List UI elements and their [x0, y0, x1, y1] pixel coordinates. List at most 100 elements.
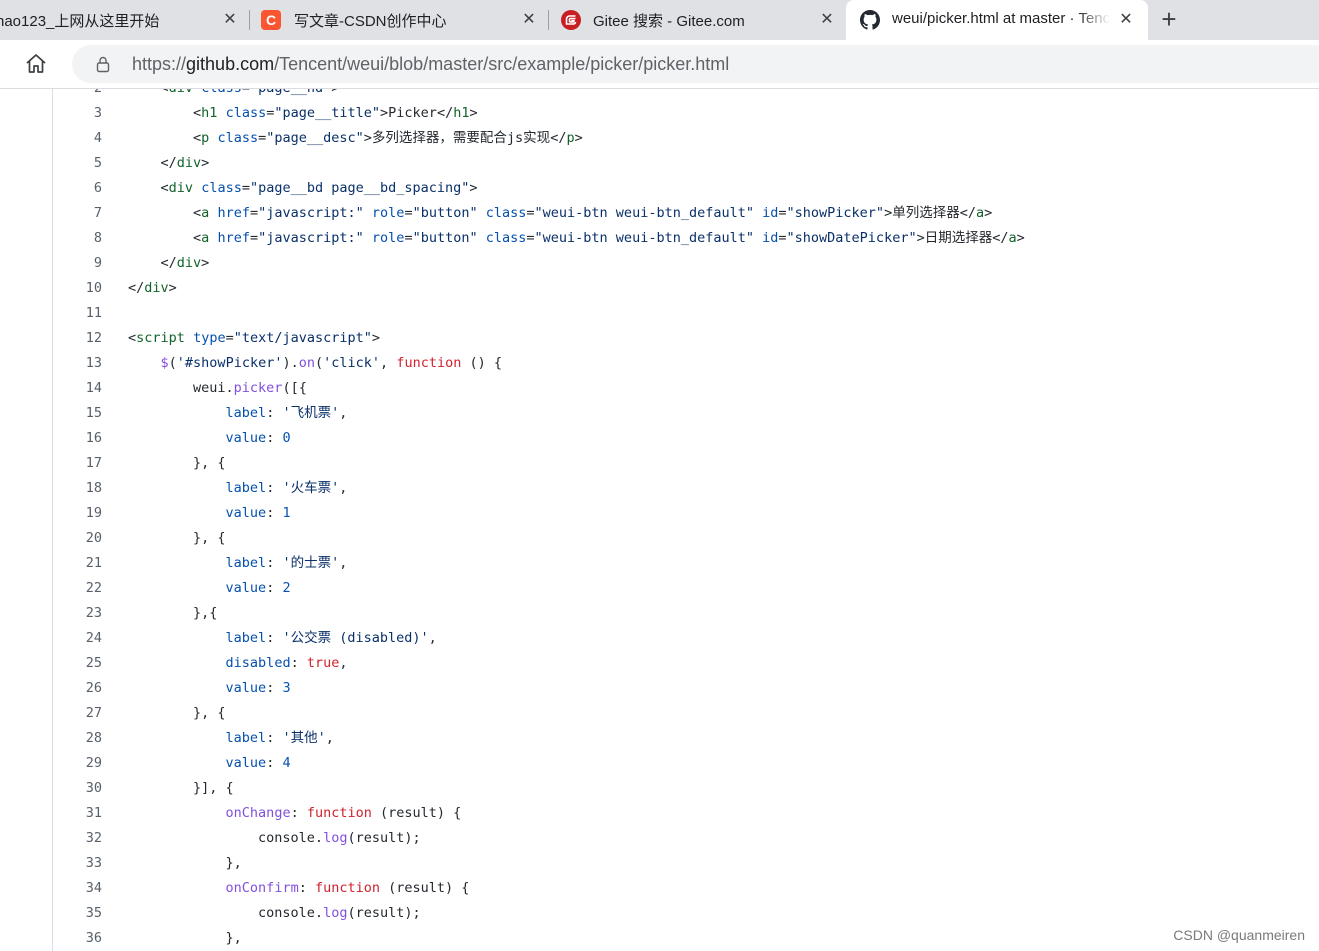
line-number[interactable]: 5	[62, 151, 102, 176]
tab-gitee[interactable]: Gitee 搜索 - Gitee.com ✕	[549, 0, 845, 40]
code-line: 16 value: 0	[0, 426, 1319, 451]
code-text: disabled: true,	[225, 655, 348, 671]
line-number[interactable]: 21	[62, 551, 102, 576]
code-text: label: '公交票 (disabled)',	[225, 630, 437, 646]
tab-hao123[interactable]: hao123_上网从这里开始 ✕	[0, 0, 248, 40]
code-line: 6 <div class="page__bd page__bd_spacing"…	[0, 176, 1319, 201]
tab-title: hao123_上网从这里开始	[0, 13, 160, 30]
code-line: 29 value: 4	[0, 751, 1319, 776]
code-line: 3 <h1 class="page__title">Picker</h1>	[0, 101, 1319, 126]
line-number[interactable]: 19	[62, 501, 102, 526]
line-number[interactable]: 36	[62, 926, 102, 951]
code-text: },{	[128, 605, 218, 621]
code-text: <a href="javascript:" role="button" clas…	[193, 205, 993, 221]
code-text: <div class="page__hd">	[128, 89, 340, 101]
code-text: },	[128, 855, 242, 871]
code-line: 23 },{	[0, 601, 1319, 626]
code-text: $('#showPicker').on('click', function ()…	[160, 355, 502, 371]
code-line: 11	[0, 301, 1319, 326]
line-number[interactable]: 11	[62, 301, 102, 326]
close-icon[interactable]: ✕	[818, 11, 836, 29]
code-line: 10 </div>	[0, 276, 1319, 301]
line-number[interactable]: 12	[62, 326, 102, 351]
code-text: value: 3	[225, 680, 291, 696]
code-viewer: 2 <div class="page__hd">3 <h1 class="pag…	[0, 89, 1319, 951]
line-number[interactable]: 27	[62, 701, 102, 726]
line-number[interactable]: 31	[62, 801, 102, 826]
line-number[interactable]: 34	[62, 876, 102, 901]
code-line: 24 label: '公交票 (disabled)',	[0, 626, 1319, 651]
code-text: value: 1	[225, 505, 291, 521]
code-line: 8 <a href="javascript:" role="button" cl…	[0, 226, 1319, 251]
code-text: }, {	[128, 530, 226, 546]
code-line: 21 label: '的士票',	[0, 551, 1319, 576]
new-tab-button[interactable]: +	[1156, 6, 1182, 32]
close-icon[interactable]: ✕	[221, 11, 239, 29]
line-number[interactable]: 6	[62, 176, 102, 201]
code-line: 22 value: 2	[0, 576, 1319, 601]
address-bar[interactable]: https://github.com/Tencent/weui/blob/mas…	[72, 45, 1319, 83]
line-number[interactable]: 23	[62, 601, 102, 626]
code-line: 35 console.log(result);	[0, 901, 1319, 926]
line-number[interactable]: 8	[62, 226, 102, 251]
line-number[interactable]: 10	[62, 276, 102, 301]
code-line: 32 console.log(result);	[0, 826, 1319, 851]
line-number[interactable]: 22	[62, 576, 102, 601]
code-line: 26 value: 3	[0, 676, 1319, 701]
code-text: onChange: function (result) {	[225, 805, 462, 821]
url-prefix: https://	[132, 54, 187, 74]
line-number[interactable]: 13	[62, 351, 102, 376]
close-icon[interactable]: ✕	[520, 11, 538, 29]
code-line: 5 </div>	[0, 151, 1319, 176]
line-number[interactable]: 30	[62, 776, 102, 801]
line-number[interactable]: 32	[62, 826, 102, 851]
line-number[interactable]: 28	[62, 726, 102, 751]
line-number[interactable]: 14	[62, 376, 102, 401]
line-number[interactable]: 24	[62, 626, 102, 651]
line-number[interactable]: 9	[62, 251, 102, 276]
tab-title: 写文章-CSDN创作中心	[294, 13, 447, 30]
line-number[interactable]: 35	[62, 901, 102, 926]
line-number[interactable]: 33	[62, 851, 102, 876]
line-number[interactable]: 26	[62, 676, 102, 701]
code-text: label: '飞机票',	[225, 405, 348, 421]
code-text: <div class="page__bd page__bd_spacing">	[160, 180, 478, 196]
code-lines: 2 <div class="page__hd">3 <h1 class="pag…	[0, 89, 1319, 951]
code-line: 4 <p class="page__desc">多列选择器，需要配合js实现</…	[0, 126, 1319, 151]
tab-title: weui/picker.html at master · Tencent/weu…	[892, 10, 1110, 27]
code-line: 9 </div>	[0, 251, 1319, 276]
gitee-icon	[561, 10, 581, 30]
code-text: <a href="javascript:" role="button" clas…	[193, 230, 1025, 246]
home-icon[interactable]	[24, 52, 48, 76]
line-number[interactable]: 16	[62, 426, 102, 451]
code-text: <p class="page__desc">多列选择器，需要配合js实现</p>	[193, 130, 583, 146]
close-icon[interactable]: ✕	[1117, 11, 1135, 29]
line-number[interactable]: 18	[62, 476, 102, 501]
code-line: 7 <a href="javascript:" role="button" cl…	[0, 201, 1319, 226]
line-number[interactable]: 15	[62, 401, 102, 426]
code-text: label: '的士票',	[225, 555, 348, 571]
csdn-icon: C	[261, 10, 281, 30]
url-text[interactable]: https://github.com/Tencent/weui/blob/mas…	[132, 54, 729, 75]
line-number[interactable]: 2	[62, 89, 102, 101]
code-text: },	[128, 930, 242, 946]
code-line: 2 <div class="page__hd">	[0, 89, 1319, 101]
code-line: 15 label: '飞机票',	[0, 401, 1319, 426]
line-number[interactable]: 17	[62, 451, 102, 476]
lock-icon[interactable]	[94, 55, 112, 73]
url-path: /Tencent/weui/blob/master/src/example/pi…	[274, 54, 730, 74]
line-number[interactable]: 20	[62, 526, 102, 551]
code-text: </div>	[160, 255, 210, 271]
line-number[interactable]: 25	[62, 651, 102, 676]
code-text: value: 2	[225, 580, 291, 596]
github-icon	[860, 10, 880, 30]
line-number[interactable]: 3	[62, 101, 102, 126]
code-line: 18 label: '火车票',	[0, 476, 1319, 501]
line-number[interactable]: 4	[62, 126, 102, 151]
code-line: 33 },	[0, 851, 1319, 876]
tab-github-active[interactable]: weui/picker.html at master · Tencent/weu…	[846, 0, 1148, 40]
line-number[interactable]: 7	[62, 201, 102, 226]
line-number[interactable]: 29	[62, 751, 102, 776]
tab-csdn[interactable]: C 写文章-CSDN创作中心 ✕	[250, 0, 548, 40]
code-text: label: '火车票',	[225, 480, 348, 496]
